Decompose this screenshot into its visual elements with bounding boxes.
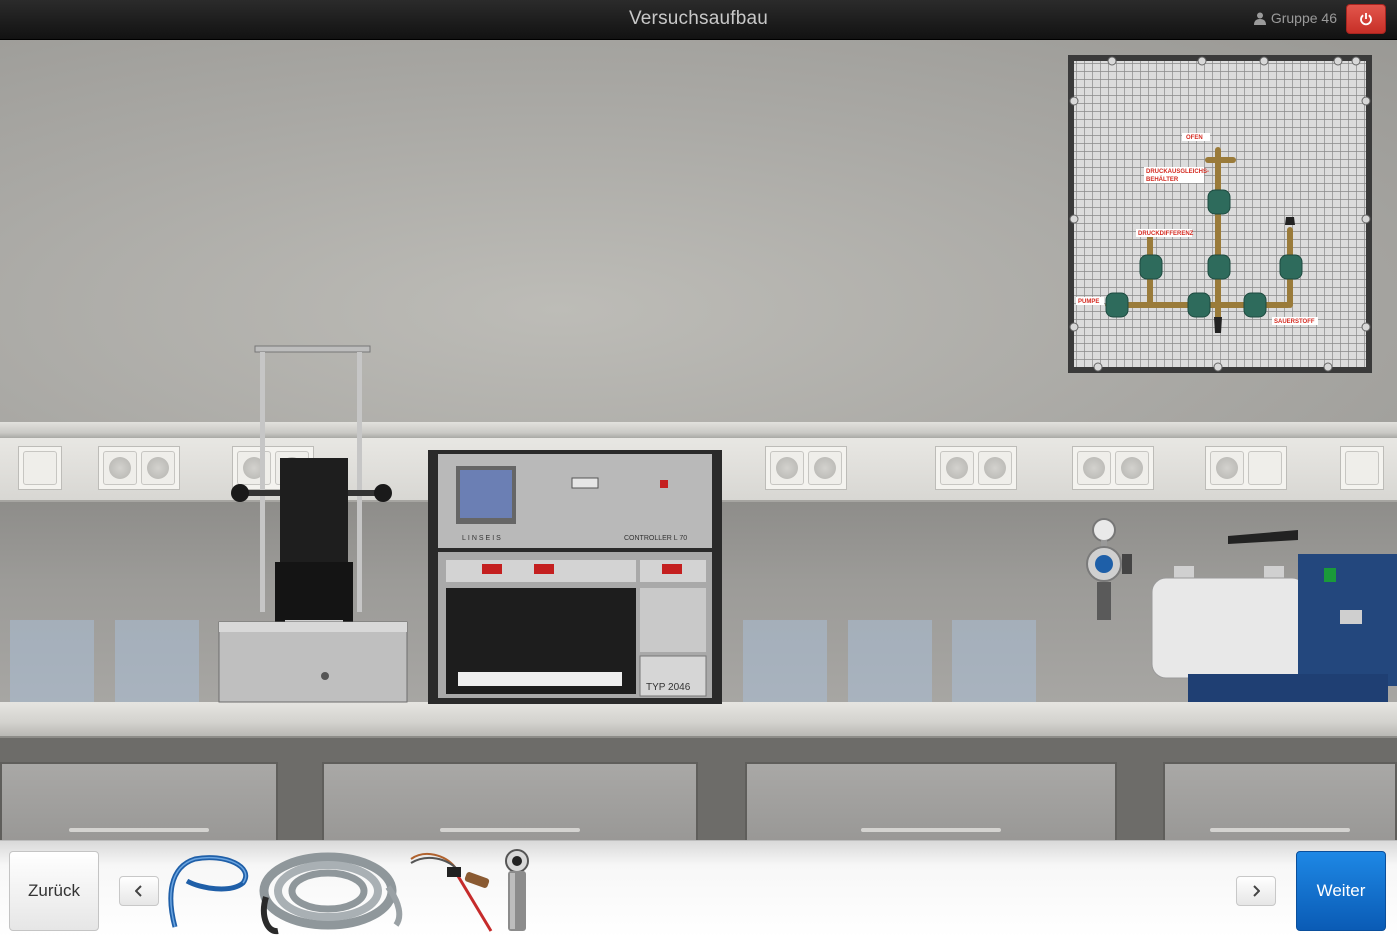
next-button[interactable]: Weiter (1296, 851, 1386, 931)
controller-device[interactable]: LINSEIS CONTROLLER L 70 TYP 2046 (426, 448, 724, 706)
label-pumpe: PUMPE (1078, 299, 1099, 305)
switch (18, 446, 62, 490)
power-socket (1072, 446, 1154, 490)
app-window: Versuchsaufbau Gruppe 46 OFEN DRUCKAUSGL… (0, 0, 1397, 938)
power-icon (1360, 13, 1372, 26)
furnace-device[interactable] (215, 340, 411, 708)
recorder-type-label: TYP 2046 (646, 682, 691, 693)
label-druckdifferenz: DRUCKDIFFERENZ (1138, 231, 1194, 237)
power-socket (1205, 446, 1287, 490)
drawer (1163, 762, 1397, 840)
drawer (322, 762, 698, 840)
controller-name-label: CONTROLLER L 70 (624, 535, 687, 542)
power-socket (98, 446, 180, 490)
bottom-toolbar: Zurück Weiter (0, 840, 1397, 938)
power-socket (765, 446, 847, 490)
brand-label: LINSEIS (462, 535, 503, 542)
user-icon (1253, 12, 1266, 25)
top-bar: Versuchsaufbau Gruppe 46 (0, 0, 1397, 40)
blue-tube-item[interactable] (165, 847, 255, 935)
user-group-label: Gruppe 46 (1270, 10, 1337, 26)
vacuum-pump[interactable] (1148, 526, 1397, 708)
drop-zone[interactable] (10, 620, 94, 702)
page-title: Versuchsaufbau (628, 8, 769, 29)
drawer (745, 762, 1117, 840)
grey-hose-item[interactable] (258, 847, 408, 935)
thermocouple-cable-item[interactable] (405, 847, 500, 935)
logout-button[interactable] (1346, 4, 1386, 34)
drop-zone[interactable] (848, 620, 932, 702)
lab-scene: OFEN DRUCKAUSGLEICHS- BEHÄLTER DRUCKDIFF… (0, 40, 1397, 840)
label-sauerstoff: SAUERSTOFF (1274, 319, 1315, 325)
drawer (0, 762, 278, 840)
label-behaelter: BEHÄLTER (1146, 176, 1179, 183)
drop-zone[interactable] (115, 620, 199, 702)
power-socket (935, 446, 1017, 490)
label-ofen: OFEN (1186, 135, 1203, 141)
label-druckausgleich: DRUCKAUSGLEICHS- (1146, 169, 1209, 175)
switch (1340, 446, 1384, 490)
gas-panel[interactable]: OFEN DRUCKAUSGLEICHS- BEHÄLTER DRUCKDIFF… (1068, 55, 1372, 373)
next-items-button[interactable] (1236, 876, 1276, 906)
back-button[interactable]: Zurück (9, 851, 99, 931)
chevron-left-icon (135, 885, 142, 897)
chevron-right-icon (1253, 885, 1260, 897)
steel-cylinder-item[interactable] (500, 847, 534, 935)
user-info: Gruppe 46 (1253, 10, 1337, 26)
pressure-regulator[interactable] (1082, 518, 1134, 626)
drop-zone[interactable] (952, 620, 1036, 702)
prev-items-button[interactable] (119, 876, 159, 906)
drop-zone[interactable] (743, 620, 827, 702)
